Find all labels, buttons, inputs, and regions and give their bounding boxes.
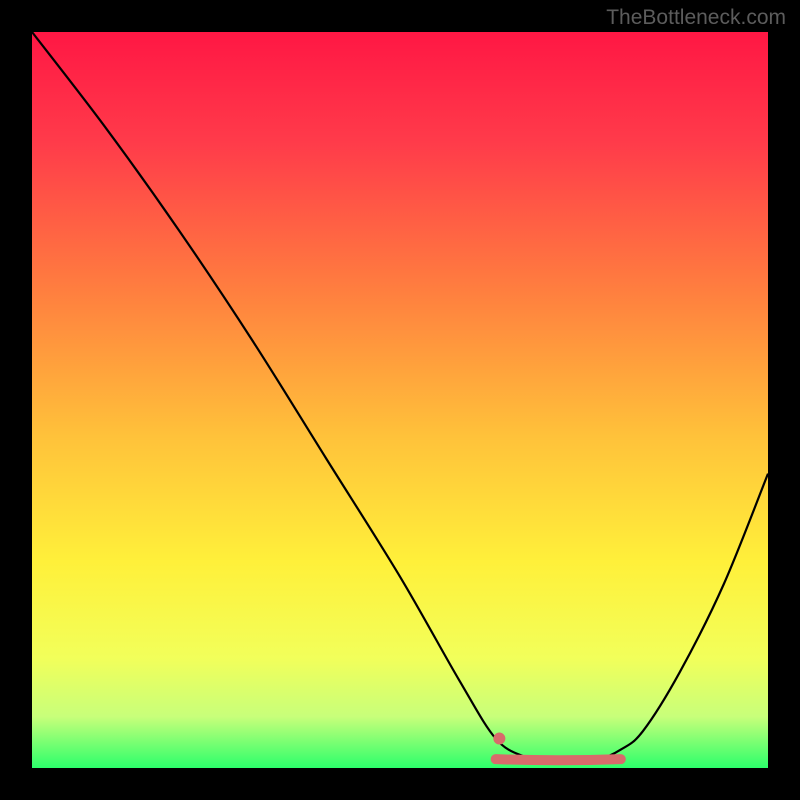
optimal-markers [32, 32, 768, 768]
watermark-text: TheBottleneck.com [606, 6, 786, 30]
bottleneck-chart [32, 32, 768, 768]
